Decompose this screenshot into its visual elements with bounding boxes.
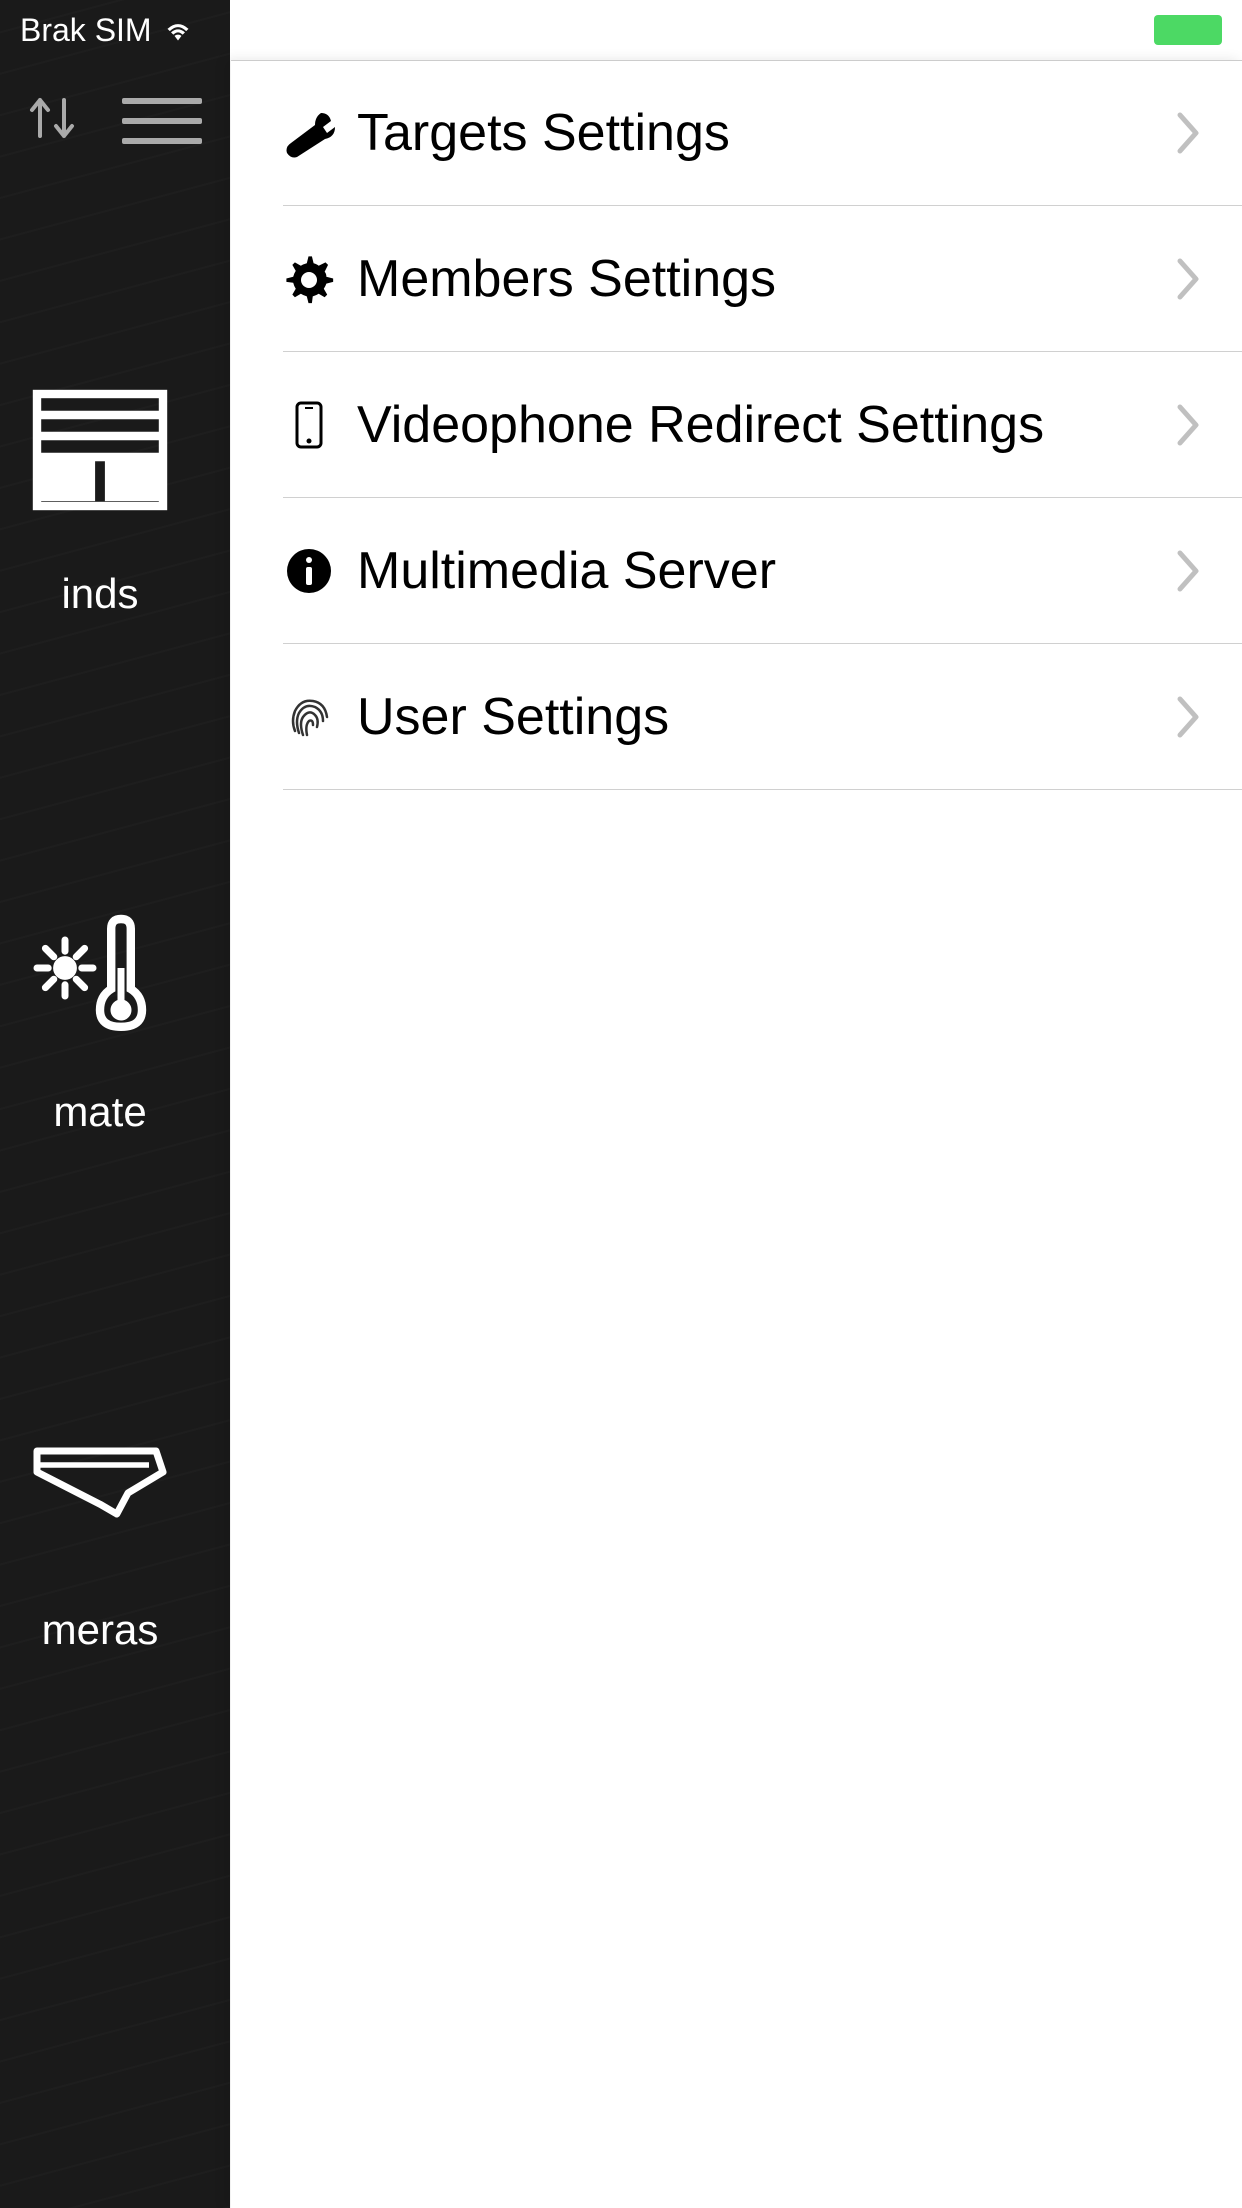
blinds-icon — [30, 380, 170, 520]
chevron-right-icon — [1174, 695, 1202, 739]
chevron-right-icon — [1174, 257, 1202, 301]
battery-icon — [1154, 15, 1222, 45]
settings-label: Targets Settings — [357, 103, 1152, 163]
settings-list: Targets Settings Members Settings — [231, 60, 1242, 790]
swap-icon[interactable] — [22, 88, 82, 153]
settings-label: Videophone Redirect Settings — [357, 395, 1152, 455]
sidebar-header — [22, 88, 202, 153]
sidebar-item-label: meras — [42, 1606, 159, 1654]
settings-label: User Settings — [357, 687, 1152, 747]
phone-icon — [283, 399, 335, 451]
sim-status-text: Brak SIM — [20, 12, 152, 49]
settings-item-targets[interactable]: Targets Settings — [283, 60, 1242, 206]
settings-item-user[interactable]: User Settings — [283, 644, 1242, 790]
fingerprint-icon — [283, 691, 335, 743]
sidebar-item-climate[interactable]: mate — [30, 898, 170, 1136]
settings-item-videophone[interactable]: Videophone Redirect Settings — [283, 352, 1242, 498]
settings-item-members[interactable]: Members Settings — [283, 206, 1242, 352]
camera-icon — [30, 1416, 170, 1556]
chevron-right-icon — [1174, 111, 1202, 155]
status-bar: Brak SIM — [0, 0, 1242, 60]
wrench-icon — [283, 107, 335, 159]
status-left: Brak SIM — [20, 12, 192, 49]
sidebar-item-label: mate — [53, 1088, 146, 1136]
climate-icon — [30, 898, 170, 1038]
settings-label: Multimedia Server — [357, 541, 1152, 601]
sidebar-item-label: inds — [61, 570, 138, 618]
status-right — [1154, 15, 1222, 45]
sidebar-items: inds mate — [0, 380, 230, 1654]
info-icon — [283, 545, 335, 597]
settings-item-multimedia[interactable]: Multimedia Server — [283, 498, 1242, 644]
main-panel: Targets Settings Members Settings — [230, 60, 1242, 2208]
chevron-right-icon — [1174, 549, 1202, 593]
chevron-right-icon — [1174, 403, 1202, 447]
menu-icon[interactable] — [122, 98, 202, 144]
settings-label: Members Settings — [357, 249, 1152, 309]
sidebar-item-blinds[interactable]: inds — [30, 380, 170, 618]
sidebar-item-cameras[interactable]: meras — [30, 1416, 170, 1654]
gear-icon — [283, 253, 335, 305]
sidebar: inds mate — [0, 0, 230, 2208]
wifi-icon — [164, 12, 192, 49]
